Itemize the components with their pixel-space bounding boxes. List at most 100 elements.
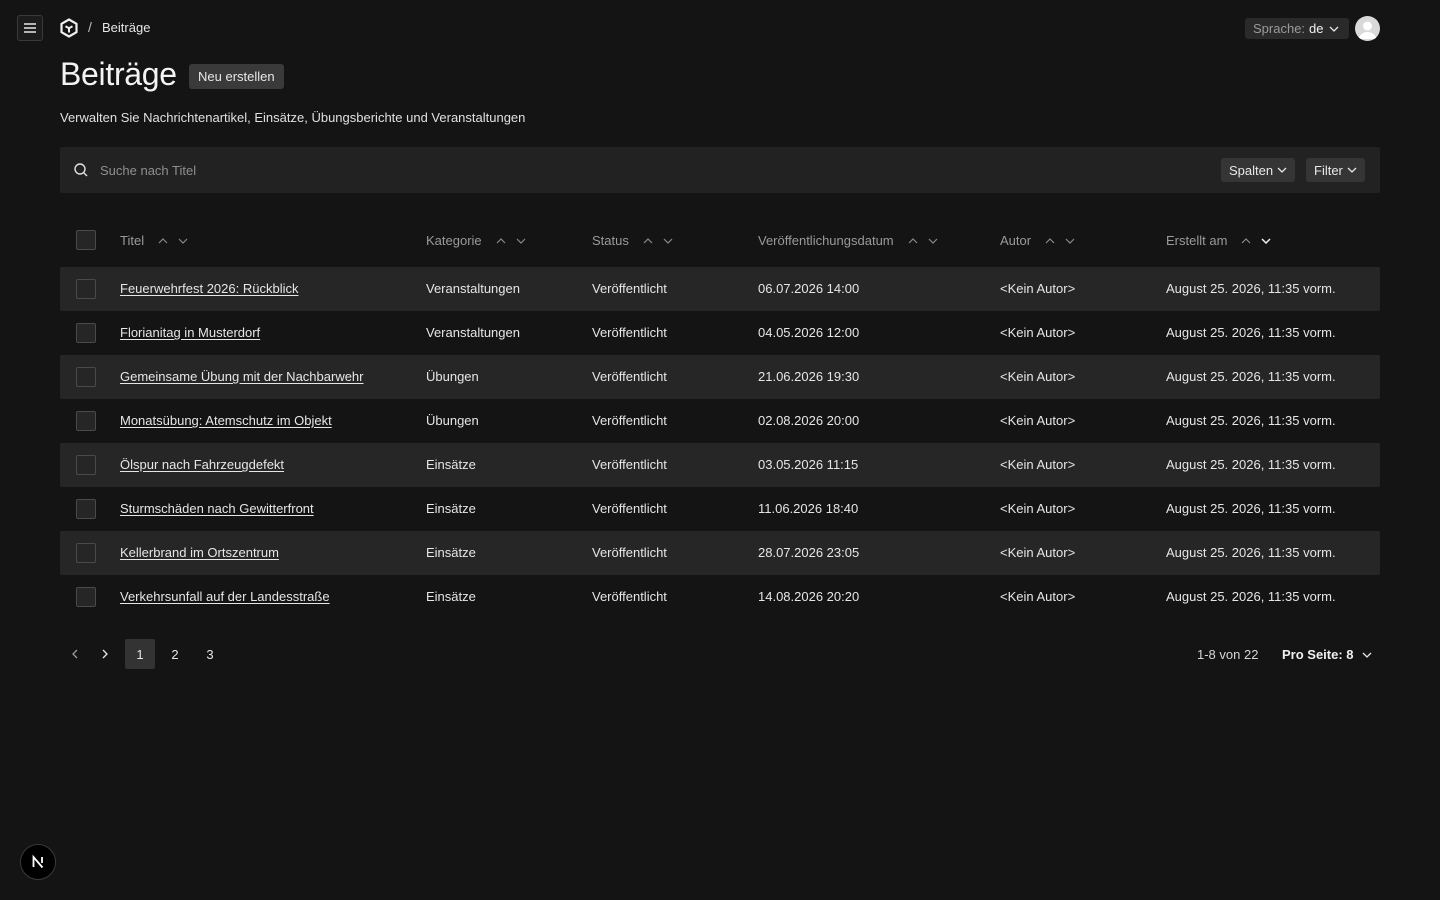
category-cell: Übungen xyxy=(426,369,479,384)
table-row[interactable]: Ölspur nach Fahrzeugdefekt Einsätze Verö… xyxy=(60,443,1380,487)
row-checkbox[interactable] xyxy=(76,323,96,343)
published-date-cell: 21.06.2026 19:30 xyxy=(758,369,860,384)
published-date-cell: 28.07.2026 23:05 xyxy=(758,545,860,560)
columns-button[interactable]: Spalten xyxy=(1221,158,1296,182)
sort-descending-icon[interactable] xyxy=(1063,234,1077,248)
author-cell: <Kein Autor> xyxy=(1000,369,1076,384)
nextjs-dev-badge[interactable] xyxy=(20,844,56,880)
post-title-link[interactable]: Monatsübung: Atemschutz im Objekt xyxy=(120,413,332,428)
post-title-link[interactable]: Kellerbrand im Ortszentrum xyxy=(120,545,279,560)
post-title-link[interactable]: Gemeinsame Übung mit der Nachbarwehr xyxy=(120,369,364,384)
row-checkbox[interactable] xyxy=(76,587,96,607)
sort-ascending-icon[interactable] xyxy=(641,234,655,248)
page-button-1[interactable]: 1 xyxy=(125,639,155,669)
post-title-link[interactable]: Florianitag in Musterdorf xyxy=(120,325,260,340)
post-title-link[interactable]: Feuerwehrfest 2026: Rückblick xyxy=(120,281,298,296)
column-label[interactable]: Kategorie xyxy=(426,233,482,248)
table-row[interactable]: Gemeinsame Übung mit der Nachbarwehr Übu… xyxy=(60,355,1380,399)
created-date-cell: August 25. 2026, 11:35 vorm. xyxy=(1166,413,1336,428)
language-label: Sprache: xyxy=(1253,21,1306,36)
row-checkbox[interactable] xyxy=(76,279,96,299)
sidebar-toggle-button[interactable] xyxy=(17,15,43,41)
sort-descending-icon[interactable] xyxy=(926,234,940,248)
created-date-cell: August 25. 2026, 11:35 vorm. xyxy=(1166,545,1336,560)
per-page-selector[interactable]: Pro Seite: 8 xyxy=(1282,647,1372,662)
table-row[interactable]: Kellerbrand im Ortszentrum Einsätze Verö… xyxy=(60,531,1380,575)
search-input[interactable] xyxy=(100,155,1200,185)
author-cell: <Kein Autor> xyxy=(1000,501,1076,516)
sort-ascending-icon[interactable] xyxy=(1043,234,1057,248)
sort-ascending-icon[interactable] xyxy=(156,234,170,248)
status-cell: Veröffentlicht xyxy=(592,589,667,604)
published-date-cell: 06.07.2026 14:00 xyxy=(758,281,860,296)
sort-descending-active-icon[interactable] xyxy=(1259,234,1273,248)
sort-ascending-icon[interactable] xyxy=(1239,234,1253,248)
table-header: Titel Kategorie Status Veröffentlichungs… xyxy=(60,218,1380,262)
previous-page-icon[interactable] xyxy=(67,646,83,662)
author-cell: <Kein Autor> xyxy=(1000,589,1076,604)
select-all-checkbox[interactable] xyxy=(76,230,96,250)
column-label[interactable]: Autor xyxy=(1000,233,1031,248)
column-label[interactable]: Veröffentlichungsdatum xyxy=(758,233,894,248)
top-bar: / Beiträge Sprache: de xyxy=(0,0,1440,56)
created-date-cell: August 25. 2026, 11:35 vorm. xyxy=(1166,589,1336,604)
post-title-link[interactable]: Ölspur nach Fahrzeugdefekt xyxy=(120,457,284,472)
status-cell: Veröffentlicht xyxy=(592,281,667,296)
column-label[interactable]: Status xyxy=(592,233,629,248)
created-date-cell: August 25. 2026, 11:35 vorm. xyxy=(1166,457,1336,472)
search-toolbar: Spalten Filter xyxy=(60,147,1380,193)
published-date-cell: 03.05.2026 11:15 xyxy=(758,457,859,472)
column-label[interactable]: Titel xyxy=(120,233,144,248)
post-title-link[interactable]: Sturmschäden nach Gewitterfront xyxy=(120,501,314,516)
table-row[interactable]: Feuerwehrfest 2026: Rückblick Veranstalt… xyxy=(60,267,1380,311)
nextjs-logo-icon xyxy=(32,854,44,869)
sort-descending-icon[interactable] xyxy=(514,234,528,248)
row-checkbox[interactable] xyxy=(76,411,96,431)
user-silhouette-icon xyxy=(1358,21,1377,39)
filter-button[interactable]: Filter xyxy=(1306,158,1365,182)
author-cell: <Kein Autor> xyxy=(1000,325,1076,340)
created-date-cell: August 25. 2026, 11:35 vorm. xyxy=(1166,325,1336,340)
published-date-cell: 14.08.2026 20:20 xyxy=(758,589,860,604)
chevron-down-icon xyxy=(1277,167,1287,173)
status-cell: Veröffentlicht xyxy=(592,413,667,428)
category-cell: Einsätze xyxy=(426,457,476,472)
row-checkbox[interactable] xyxy=(76,543,96,563)
category-cell: Einsätze xyxy=(426,545,476,560)
author-cell: <Kein Autor> xyxy=(1000,281,1076,296)
table-row[interactable]: Monatsübung: Atemschutz im Objekt Übunge… xyxy=(60,399,1380,443)
search-icon xyxy=(74,163,88,177)
row-checkbox[interactable] xyxy=(76,455,96,475)
author-cell: <Kein Autor> xyxy=(1000,545,1076,560)
post-title-link[interactable]: Verkehrsunfall auf der Landesstraße xyxy=(120,589,330,604)
category-cell: Einsätze xyxy=(426,589,476,604)
page-range-text: 1-8 von 22 xyxy=(1197,647,1259,662)
row-checkbox[interactable] xyxy=(76,367,96,387)
language-selector[interactable]: Sprache: de xyxy=(1245,18,1349,39)
table-row[interactable]: Florianitag in Musterdorf Veranstaltunge… xyxy=(60,311,1380,355)
create-new-button[interactable]: Neu erstellen xyxy=(189,64,284,89)
pagination: 1 2 3 1-8 von 22 Pro Seite: 8 xyxy=(60,639,1380,669)
status-cell: Veröffentlicht xyxy=(592,369,667,384)
page-button-2[interactable]: 2 xyxy=(160,639,190,669)
status-cell: Veröffentlicht xyxy=(592,457,667,472)
published-date-cell: 11.06.2026 18:40 xyxy=(758,501,859,516)
table-row[interactable]: Sturmschäden nach Gewitterfront Einsätze… xyxy=(60,487,1380,531)
column-label[interactable]: Erstellt am xyxy=(1166,233,1227,248)
row-checkbox[interactable] xyxy=(76,499,96,519)
sort-ascending-icon[interactable] xyxy=(494,234,508,248)
user-avatar[interactable] xyxy=(1355,16,1380,41)
page-button-3[interactable]: 3 xyxy=(195,639,225,669)
app-logo-icon[interactable] xyxy=(59,18,79,38)
columns-button-label: Spalten xyxy=(1229,162,1274,178)
sort-descending-icon[interactable] xyxy=(176,234,190,248)
status-cell: Veröffentlicht xyxy=(592,501,667,516)
column-header-status: Status xyxy=(592,233,681,248)
author-cell: <Kein Autor> xyxy=(1000,457,1076,472)
category-cell: Einsätze xyxy=(426,501,476,516)
table-row[interactable]: Verkehrsunfall auf der Landesstraße Eins… xyxy=(60,575,1380,619)
column-header-veroeffentlichungsdatum: Veröffentlichungsdatum xyxy=(758,233,946,248)
next-page-icon[interactable] xyxy=(97,646,113,662)
sort-descending-icon[interactable] xyxy=(661,234,675,248)
sort-ascending-icon[interactable] xyxy=(906,234,920,248)
